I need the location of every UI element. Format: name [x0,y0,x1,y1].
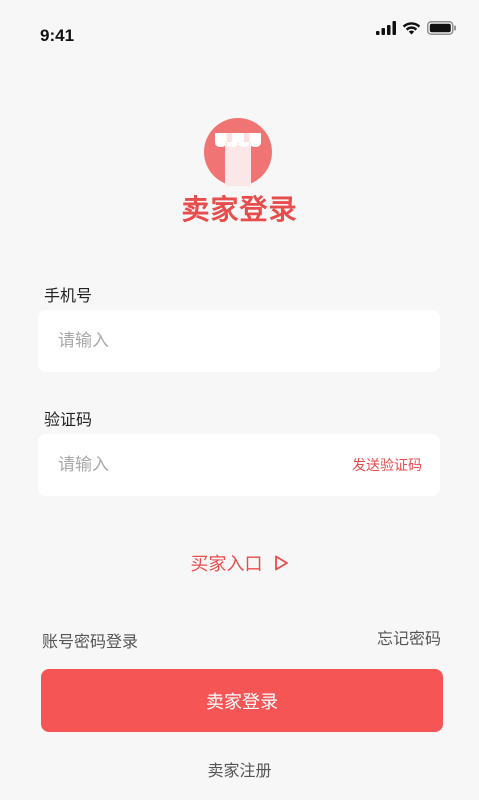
page-title: 卖家登录 [181,193,298,226]
signal-icon [376,20,396,39]
forgot-password-link[interactable]: 忘记密码 [377,625,441,649]
phone-input-card [38,310,440,372]
code-input-card: 发送验证码 [38,434,440,496]
password-login-link[interactable]: 账号密码登录 [42,628,138,652]
phone-label: 手机号 [44,286,93,305]
wifi-icon [402,20,421,39]
battery-icon [427,20,457,39]
send-code-button[interactable]: 发送验证码 [352,455,422,475]
shop-logo-icon [204,118,272,186]
code-label: 验证码 [44,410,93,429]
status-bar: 9:41 [0,0,479,60]
status-time: 9:41 [40,26,75,45]
register-link[interactable]: 卖家注册 [0,757,479,781]
buyer-entry-label: 买家入口 [190,554,263,575]
play-triangle-icon [268,555,288,574]
login-button[interactable]: 卖家登录 [41,669,443,732]
phone-input[interactable] [58,310,308,372]
buyer-entry-link[interactable]: 买家入口 [0,550,479,576]
status-icons [376,20,457,39]
code-input[interactable] [58,434,308,496]
